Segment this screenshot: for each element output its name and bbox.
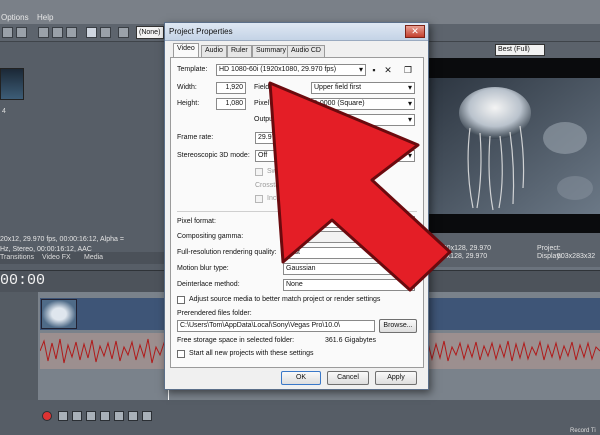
toolbar-icon[interactable] [66, 27, 77, 38]
compositing-gamma-combo[interactable]: 1.000 (L [283, 231, 415, 243]
prerendered-folder-label: Prerendered files folder: [177, 310, 252, 317]
previous-frame-button[interactable] [128, 411, 138, 421]
adjust-source-label: Adjust source media to better match proj… [189, 296, 381, 303]
display-value: 503x283x32 [557, 253, 596, 260]
deinterlace-combo[interactable]: None [283, 279, 415, 291]
free-storage-value: 361.6 Gigabytes [325, 337, 376, 344]
tab-summary[interactable]: Summary [252, 45, 290, 57]
tab-media[interactable]: Media [84, 254, 103, 261]
pixel-aspect-label: Pixel as [254, 100, 279, 107]
start-all-new-label: Start all new projects with these settin… [189, 350, 314, 357]
tab-strip: Video Audio Ruler Summary Audio CD [171, 43, 421, 57]
adjust-source-checkbox[interactable] [177, 296, 185, 304]
project-value: 1920x128, 29.970 [435, 245, 492, 252]
window-docking-tabs: Transitions Video FX Media [0, 252, 165, 264]
frame-rate-combo[interactable]: 29.970 (NTSC) [255, 132, 315, 144]
prerendered-folder-field[interactable]: C:\Users\Tom\AppData\Local\Sony\Vegas Pr… [177, 320, 375, 332]
preview-quality-combo[interactable]: Best (Full) [495, 44, 545, 56]
video-tab-panel: Template: HD 1080-60i (1920x1080, 29.970… [170, 57, 424, 368]
field-order-label: Field o [254, 84, 276, 91]
include-cancellation-checkbox[interactable] [255, 195, 263, 203]
thumbnail-caption: 4 [2, 108, 6, 115]
pixel-format-label: Pixel format: [177, 218, 216, 225]
toolbar-icon[interactable] [38, 27, 49, 38]
stereo-3d-label: Stereoscopic 3D mode: [177, 152, 250, 159]
jellyfish-preview-image [425, 78, 600, 214]
preview-status: Project: 1920x128, 29.970 Display: 503x2… [425, 233, 600, 267]
stop-button[interactable] [114, 411, 124, 421]
ok-button[interactable]: OK [281, 371, 321, 385]
start-all-new-checkbox[interactable] [177, 350, 185, 358]
copy-icon[interactable]: ❐ [403, 65, 413, 75]
output-rotation-combo[interactable] [311, 114, 415, 126]
pixel-format-combo[interactable]: 32-bit [283, 216, 415, 228]
dialog-title: Project Properties [169, 27, 233, 36]
dialog-title-bar[interactable]: Project Properties ✕ [165, 23, 428, 41]
media-info-line: 20x12, 29.970 fps, 00:00:16:12, Alpha = [0, 236, 124, 243]
record-button[interactable] [42, 411, 52, 421]
crosstalk-label: Crosstalk cance [255, 182, 305, 189]
compositing-gamma-label: Compositing gamma: [177, 233, 244, 240]
include-cancel-label: Include canc [267, 195, 307, 202]
media-thumbnail[interactable] [0, 68, 24, 100]
apply-button[interactable]: Apply [375, 371, 417, 385]
timecode-display: 00:00 [0, 272, 46, 289]
toolbar-icon[interactable] [86, 27, 97, 38]
separator [177, 211, 417, 212]
height-label: Height: [177, 100, 200, 107]
none-combo[interactable]: (None) [136, 26, 164, 39]
tab-video-fx[interactable]: Video FX [42, 254, 71, 261]
width-field[interactable]: 1,920 [216, 82, 246, 94]
pause-button[interactable] [100, 411, 110, 421]
frame-rate-label: Frame rate: [177, 134, 214, 141]
project-label: Project: [537, 245, 561, 252]
delete-icon[interactable]: ✕ [383, 65, 393, 75]
full-res-quality-label: Full-resolution rendering quality: [177, 249, 277, 256]
preview-value: 960x128, 29.970 [435, 253, 488, 260]
height-field[interactable]: 1,080 [216, 98, 246, 110]
tab-video[interactable]: Video [173, 43, 199, 57]
tab-audio-cd[interactable]: Audio CD [287, 45, 325, 57]
full-res-quality-combo[interactable]: Best [283, 247, 415, 259]
loop-button[interactable] [58, 411, 68, 421]
toolbar-icon[interactable] [118, 27, 129, 38]
toolbar-icon[interactable] [16, 27, 27, 38]
close-button[interactable]: ✕ [405, 25, 425, 38]
motion-blur-combo[interactable]: Gaussian [283, 263, 415, 275]
motion-blur-label: Motion blur type: [177, 265, 229, 272]
track-headers [0, 292, 38, 400]
tab-transitions[interactable]: Transitions [0, 254, 34, 261]
swap-left-right-checkbox[interactable] [255, 168, 263, 176]
video-clip-thumbnail [41, 299, 77, 329]
template-combo[interactable]: HD 1080-60i (1920x1080, 29.970 fps) [216, 64, 366, 76]
toolbar-icon[interactable] [2, 27, 13, 38]
play-from-start-button[interactable] [72, 411, 82, 421]
toolbar-icon[interactable] [100, 27, 111, 38]
video-preview [425, 58, 600, 233]
free-storage-label: Free storage space in selected folder: [177, 337, 295, 344]
template-label: Template: [177, 66, 208, 73]
tab-audio[interactable]: Audio [201, 45, 227, 57]
stereo-3d-combo[interactable]: Off [255, 150, 415, 162]
next-frame-button[interactable] [142, 411, 152, 421]
field-order-combo[interactable]: Upper field first [311, 82, 415, 94]
browse-button[interactable]: Browse... [379, 319, 417, 333]
record-time-label: Record Ti [570, 428, 596, 434]
play-button[interactable] [86, 411, 96, 421]
cancel-button[interactable]: Cancel [327, 371, 369, 385]
menu-bar: Options Help [0, 0, 600, 24]
tab-ruler[interactable]: Ruler [227, 45, 252, 57]
save-icon[interactable]: ▪ [369, 65, 379, 75]
project-properties-dialog: Project Properties ✕ Video Audio Ruler S… [164, 22, 429, 390]
swap-left-label: Swap Left [267, 168, 299, 175]
deinterlace-label: Deinterlace method: [177, 281, 240, 288]
toolbar-icon[interactable] [52, 27, 63, 38]
output-rotation-label: Output ro [254, 116, 284, 123]
menu-options[interactable]: Options [1, 13, 29, 22]
pixel-aspect-combo[interactable]: 1.0000 (Square) [311, 98, 415, 110]
menu-help[interactable]: Help [37, 13, 53, 22]
close-icon: ✕ [411, 26, 419, 36]
width-label: Width: [177, 84, 197, 91]
